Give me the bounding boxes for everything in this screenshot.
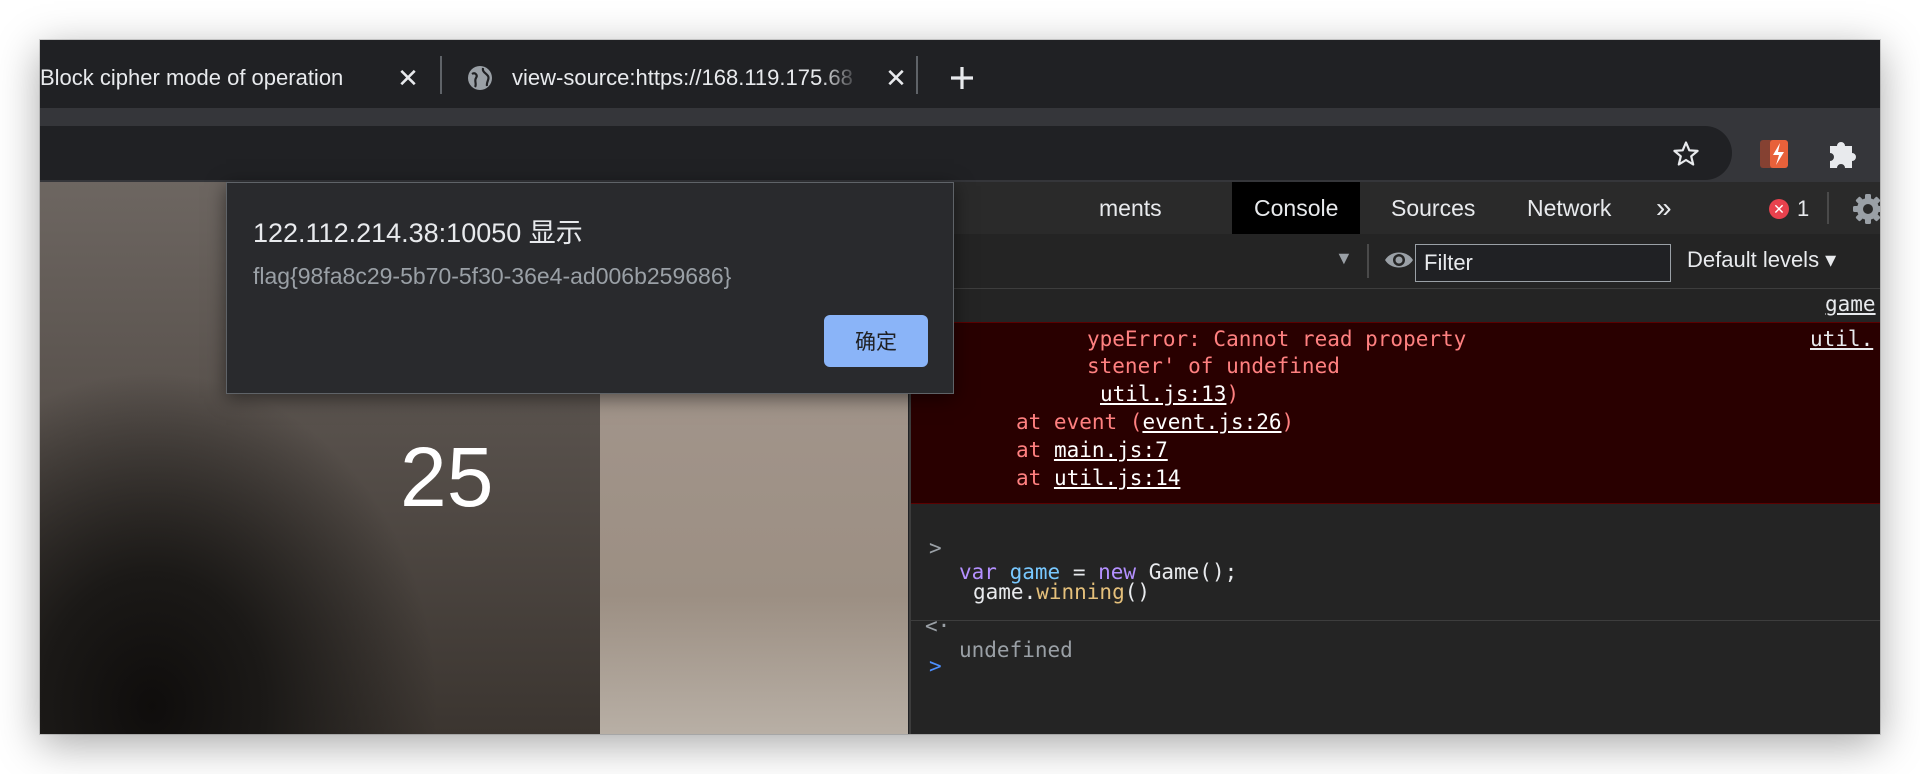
more-tabs-icon[interactable]: » bbox=[1656, 182, 1672, 234]
plus-icon bbox=[951, 67, 973, 89]
stack-frame-text: ) bbox=[1226, 382, 1240, 406]
console-prompt-line[interactable]: > bbox=[911, 630, 1880, 702]
stack-frame: at util.js:14 bbox=[1016, 466, 1180, 490]
stack-frame-text: at event ( bbox=[1016, 410, 1143, 434]
stack-frame: util.js:13) bbox=[1100, 382, 1239, 406]
live-expression-eye-icon[interactable] bbox=[1383, 246, 1415, 274]
stack-frame-text: at bbox=[1016, 438, 1054, 462]
ok-button[interactable]: 确定 bbox=[824, 315, 928, 367]
dialog-title: 122.112.214.38:10050 显示 bbox=[253, 218, 583, 248]
stack-frame-link[interactable]: main.js:7 bbox=[1054, 438, 1168, 462]
console-filter-input[interactable] bbox=[1415, 244, 1671, 282]
error-text: stener' of undefined bbox=[1087, 354, 1340, 378]
extensions-puzzle-icon[interactable] bbox=[1822, 134, 1862, 174]
stack-frame: at event (event.js:26) bbox=[1016, 410, 1294, 434]
tab-separator bbox=[916, 56, 918, 94]
devtools-panel: ments Console Sources Network » ✕ 1 ▼ Fi… bbox=[909, 182, 1880, 734]
tab-console[interactable]: Console bbox=[1232, 182, 1361, 234]
console-error-message: ypeError: Cannot read property util. ste… bbox=[911, 322, 1880, 504]
game-counter: 25 bbox=[400, 432, 494, 522]
divider bbox=[1827, 192, 1829, 224]
tab-strip: Block cipher mode of operation ✕ view-so… bbox=[40, 40, 1880, 108]
new-tab-button[interactable] bbox=[940, 56, 984, 100]
tab-title: view-source:https://168.119.175.68 bbox=[512, 65, 853, 90]
error-icon: ✕ bbox=[1769, 199, 1789, 219]
console-prompt-icon: > bbox=[929, 654, 942, 678]
stack-frame-link[interactable]: event.js:26 bbox=[1142, 410, 1281, 434]
error-source-link[interactable]: util. bbox=[1810, 327, 1873, 351]
devtools-tab-bar: ments Console Sources Network » ✕ 1 bbox=[911, 182, 1880, 235]
stack-frame: at main.js:7 bbox=[1016, 438, 1168, 462]
stack-frame-text: ) bbox=[1281, 410, 1295, 434]
error-count-badge[interactable]: ✕ 1 bbox=[1769, 196, 1809, 222]
tab-close-icon[interactable]: ✕ bbox=[882, 64, 910, 92]
divider bbox=[1367, 244, 1369, 278]
tab-sources[interactable]: Sources bbox=[1391, 182, 1475, 234]
console-filter-bar: ▼ Default levels ▾ bbox=[911, 234, 1880, 289]
tab-network[interactable]: Network bbox=[1527, 182, 1611, 234]
stack-frame-link[interactable]: util.js:14 bbox=[1054, 466, 1180, 490]
error-count: 1 bbox=[1797, 196, 1810, 221]
source-link[interactable]: game bbox=[1825, 292, 1876, 316]
error-text: ypeError: Cannot read property bbox=[1087, 327, 1467, 351]
tab-block-cipher[interactable]: Block cipher mode of operation bbox=[40, 56, 390, 100]
log-levels-dropdown[interactable]: Default levels ▾ bbox=[1687, 247, 1836, 273]
browser-window: Block cipher mode of operation ✕ view-so… bbox=[40, 40, 1880, 734]
alert-dialog: 122.112.214.38:10050 显示 flag{98fa8c29-5b… bbox=[226, 182, 954, 394]
extension-bolt-icon[interactable] bbox=[1756, 134, 1796, 174]
globe-icon bbox=[468, 66, 492, 90]
stack-frame-link[interactable]: util.js:13 bbox=[1100, 382, 1226, 406]
divider bbox=[911, 620, 1880, 621]
tab-elements[interactable]: ments bbox=[1099, 182, 1162, 234]
tab-close-icon[interactable]: ✕ bbox=[394, 64, 422, 92]
settings-gear-icon[interactable] bbox=[1851, 192, 1880, 226]
bookmark-star-icon[interactable] bbox=[1672, 140, 1700, 168]
dialog-message: flag{98fa8c29-5b70-5f30-36e4-ad006b25968… bbox=[253, 263, 732, 289]
tab-title: Block cipher mode of operation bbox=[40, 65, 344, 90]
tab-view-source[interactable]: view-source:https://168.119.175.68 bbox=[466, 56, 866, 100]
console-output: game ypeError: Cannot read property util… bbox=[911, 288, 1880, 734]
address-bar[interactable] bbox=[40, 126, 1732, 180]
stack-frame-text: at bbox=[1016, 466, 1054, 490]
context-dropdown-icon[interactable]: ▼ bbox=[1335, 248, 1353, 269]
tab-separator bbox=[440, 56, 442, 94]
